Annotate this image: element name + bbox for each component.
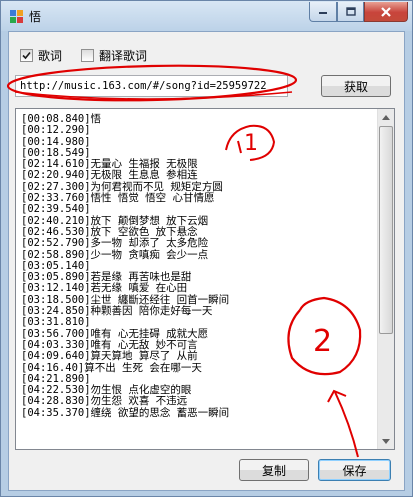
client-area: 歌词 翻译歌词 获取 [00:08.840]悟 [00:12.290] [00:… bbox=[8, 31, 405, 491]
lyrics-checkbox[interactable] bbox=[20, 49, 33, 62]
title-bar[interactable]: 悟 bbox=[1, 1, 412, 31]
close-icon bbox=[381, 6, 391, 17]
save-button-label: 保存 bbox=[342, 463, 367, 478]
copy-button-label: 复制 bbox=[261, 463, 286, 478]
save-button[interactable]: 保存 bbox=[318, 459, 391, 481]
maximize-icon bbox=[345, 7, 356, 16]
vertical-scrollbar[interactable] bbox=[377, 109, 394, 449]
maximize-button[interactable] bbox=[337, 2, 364, 22]
window-title: 悟 bbox=[29, 10, 42, 24]
translate-checkbox[interactable] bbox=[81, 49, 94, 62]
fetch-button-label: 获取 bbox=[343, 79, 368, 94]
translate-checkbox-label[interactable]: 翻译歌词 bbox=[99, 47, 147, 64]
lyrics-checkbox-label[interactable]: 歌词 bbox=[38, 47, 62, 64]
minimize-button[interactable] bbox=[309, 2, 337, 22]
app-window: 悟 歌词 翻译歌词 获取 bbox=[0, 0, 413, 497]
scroll-thumb[interactable] bbox=[379, 126, 393, 334]
scroll-down-button[interactable] bbox=[378, 433, 394, 449]
app-icon bbox=[10, 10, 23, 23]
minimize-icon bbox=[319, 11, 327, 14]
fetch-button[interactable]: 获取 bbox=[321, 75, 391, 97]
checkmark-icon bbox=[22, 51, 31, 60]
url-input[interactable] bbox=[15, 75, 288, 97]
chevron-down-icon bbox=[382, 438, 390, 444]
close-button[interactable] bbox=[364, 2, 408, 22]
scroll-up-button[interactable] bbox=[378, 109, 394, 125]
chevron-up-icon bbox=[382, 114, 390, 120]
copy-button[interactable]: 复制 bbox=[239, 459, 309, 481]
lyrics-textarea[interactable]: [00:08.840]悟 [00:12.290] [00:14.980] [00… bbox=[15, 108, 395, 450]
lyrics-text: [00:08.840]悟 [00:12.290] [00:14.980] [00… bbox=[21, 113, 230, 419]
